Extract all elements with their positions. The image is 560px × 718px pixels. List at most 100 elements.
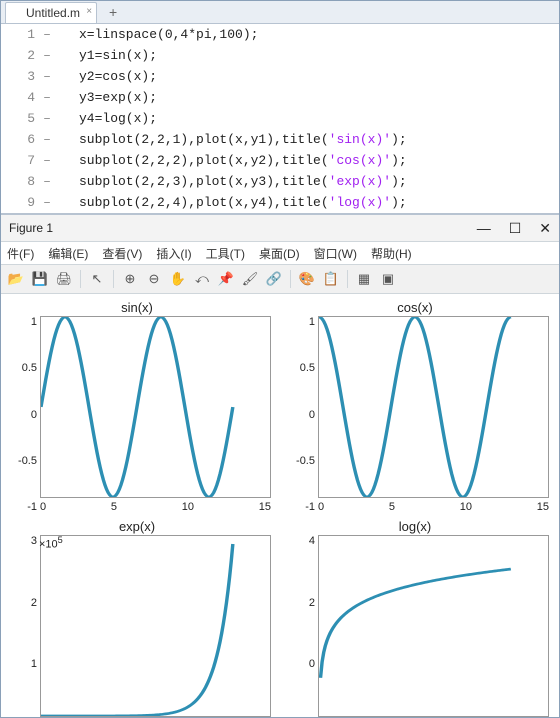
brush-icon[interactable]: 🖌 [239,268,261,290]
line-dash: – [37,87,57,108]
line-number: 2 [1,45,37,66]
window-buttons: — ☐ ✕ [477,220,551,237]
menu-item[interactable]: 编辑(E) [48,245,88,262]
code-text: y2=cos(x); [79,66,157,87]
save-icon[interactable]: 💾 [29,268,51,290]
code-text: subplot(2,2,1),plot(x,y1),title('sin(x)'… [79,129,407,150]
line-dash: – [37,192,57,213]
code-text: y3=exp(x); [79,87,157,108]
plot-area[interactable] [318,316,549,498]
subplot-4: log(x)420-2051015 [281,519,549,718]
legend-icon[interactable]: 📋 [320,268,342,290]
line-plot [319,536,548,716]
line-dash: – [37,66,57,87]
pointer-icon[interactable]: ↖ [86,268,108,290]
code-line[interactable]: 9– subplot(2,2,4),plot(x,y4),title('log(x… [1,192,559,213]
code-line[interactable]: 2– y1=sin(x); [1,45,559,66]
line-plot [319,317,548,497]
menu-item[interactable]: 件(F) [7,245,34,262]
plot-area[interactable] [40,316,271,498]
maximize-button[interactable]: ☐ [509,220,522,237]
code-text: subplot(2,2,2),plot(x,y2),title('cos(x)'… [79,150,407,171]
editor-tab-strip: Untitled.m × + [1,1,559,24]
code-text: y4=log(x); [79,108,157,129]
screenshot-root: { "editor": { "tab_label": "Untitled.m",… [0,0,560,718]
code-line[interactable]: 3– y2=cos(x); [1,66,559,87]
figure-menubar: 件(F) 编辑(E) 查看(V) 插入(I) 工具(T) 桌面(D) 窗口(W) 帮助(H) [1,242,559,265]
close-button[interactable]: ✕ [539,220,551,237]
line-number: 4 [1,87,37,108]
y-axis-ticks: 10.50-0.5-1 [3,316,40,513]
plot-area[interactable] [40,535,271,717]
pan-icon[interactable]: ✋ [167,268,189,290]
code-text: x=linspace(0,4*pi,100); [79,24,258,45]
datatip-icon[interactable]: 📌 [215,268,237,290]
toolbar-separator [347,270,348,288]
menu-item[interactable]: 查看(V) [102,245,142,262]
chart-title: cos(x) [281,300,549,316]
code-line[interactable]: 6– subplot(2,2,1),plot(x,y1),title('sin(x… [1,129,559,150]
editor-tab-untitled[interactable]: Untitled.m × [5,2,97,23]
code-text: subplot(2,2,3),plot(x,y3),title('exp(x)'… [79,171,407,192]
chart-title: log(x) [281,519,549,535]
code-editor[interactable]: 1–x=linspace(0,4*pi,100);2–y1=sin(x);3–y… [1,24,559,214]
menu-item[interactable]: 工具(T) [206,245,245,262]
x-axis-ticks: 051015 [318,498,549,513]
menu-item[interactable]: 桌面(D) [259,245,300,262]
zoom-out-icon[interactable]: ⊖ [143,268,165,290]
line-plot [41,536,270,716]
tab-label: Untitled.m [26,6,80,20]
code-line[interactable]: 5– y4=log(x); [1,108,559,129]
print-icon[interactable]: 🖨 [53,268,75,290]
line-dash: – [37,129,57,150]
rotate-icon[interactable]: ⤺ [191,268,213,290]
line-number: 1 [1,24,37,45]
code-line[interactable]: 7– subplot(2,2,2),plot(x,y2),title('cos(x… [1,150,559,171]
toolbar-separator [113,270,114,288]
menu-item[interactable]: 帮助(H) [371,245,412,262]
code-text: y1=sin(x); [79,45,157,66]
line-dash: – [37,45,57,66]
menu-item[interactable]: 插入(I) [156,245,191,262]
x-axis-ticks: 051015 [40,498,271,513]
open-icon[interactable]: 📂 [5,268,27,290]
close-icon[interactable]: × [86,6,92,17]
grid-icon[interactable]: ▣ [377,268,399,290]
subplot-1: sin(x)10.50-0.5-1051015 [3,300,271,513]
figure-title: Figure 1 [9,221,53,235]
add-tab-button[interactable]: + [103,4,123,23]
zoom-in-icon[interactable]: ⊕ [119,268,141,290]
code-line[interactable]: 1– x=linspace(0,4*pi,100); [1,24,559,45]
code-line[interactable]: 8– subplot(2,2,3),plot(x,y3),title('exp(x… [1,171,559,192]
figure-toolbar: 📂💾🖨 ↖ ⊕⊖✋⤺📌🖌🔗 🎨📋 ▦▣ [1,265,559,294]
line-dash: – [37,171,57,192]
layout-icon[interactable]: ▦ [353,268,375,290]
minimize-button[interactable]: — [477,220,491,237]
line-plot [41,317,270,497]
line-dash: – [37,108,57,129]
y-axis-ticks: 420-2 [281,535,318,718]
toolbar-separator [80,270,81,288]
colorbar-icon[interactable]: 🎨 [296,268,318,290]
figure-canvas: sin(x)10.50-0.5-1051015cos(x)10.50-0.5-1… [1,294,559,718]
line-number: 6 [1,129,37,150]
toolbar-separator [290,270,291,288]
line-number: 7 [1,150,37,171]
subplot-2: cos(x)10.50-0.5-1051015 [281,300,549,513]
figure-titlebar: Figure 1 — ☐ ✕ [1,214,559,242]
plot-area[interactable] [318,535,549,717]
code-text: subplot(2,2,4),plot(x,y4),title('log(x)'… [79,192,407,213]
y-axis-ticks: 10.50-0.5-1 [281,316,318,513]
code-line[interactable]: 4– y3=exp(x); [1,87,559,108]
line-number: 5 [1,108,37,129]
line-dash: – [37,24,57,45]
axis-exponent: ×105 [39,535,271,547]
line-dash: – [37,150,57,171]
subplot-3: exp(x)×1053210051015 [3,519,271,718]
menu-item[interactable]: 窗口(W) [314,245,357,262]
link-icon[interactable]: 🔗 [263,268,285,290]
line-number: 8 [1,171,37,192]
line-number: 9 [1,192,37,213]
line-number: 3 [1,66,37,87]
chart-title: exp(x) [3,519,271,535]
